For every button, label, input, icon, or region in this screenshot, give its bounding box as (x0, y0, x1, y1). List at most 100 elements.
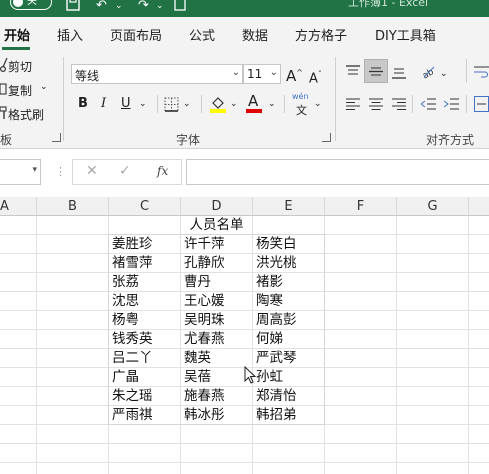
data-cell[interactable]: 吴蓓 (184, 368, 211, 387)
fill-color-icon[interactable] (210, 95, 226, 116)
data-cell[interactable]: 韩冰彤 (184, 406, 225, 425)
column-header-c[interactable]: C (109, 197, 181, 216)
font-color-button[interactable]: A (248, 93, 258, 109)
decrease-font-size-icon[interactable]: Aˇ (309, 67, 322, 87)
format-painter-icon[interactable] (0, 106, 8, 123)
quick-access-icon[interactable] (174, 0, 186, 17)
align-middle-button[interactable] (364, 59, 388, 83)
data-cell[interactable]: 褚雪萍 (112, 254, 153, 273)
data-cell[interactable]: 尤春燕 (184, 330, 225, 349)
formula-bar-grip-icon[interactable]: ⋮ (55, 165, 66, 178)
underline-button[interactable]: U (121, 96, 131, 112)
increase-indent-icon[interactable] (443, 98, 459, 113)
borders-icon[interactable] (164, 97, 179, 115)
font-name-value: 等线 (75, 69, 100, 83)
autosave-toggle[interactable]: 关 (10, 0, 52, 10)
phonetic-guide-char[interactable]: 文 (296, 102, 307, 118)
data-cell[interactable]: 张荔 (112, 273, 139, 292)
merge-center-icon[interactable] (474, 96, 489, 115)
decrease-indent-icon[interactable] (420, 98, 436, 113)
font-name-select[interactable]: 等线 ⌄ (71, 64, 243, 84)
italic-button[interactable]: I (101, 96, 106, 112)
data-cell[interactable]: 周高彭 (256, 311, 297, 330)
data-cell[interactable]: 杨笑白 (256, 235, 297, 254)
data-cell[interactable]: 严雨祺 (112, 406, 153, 425)
cancel-icon[interactable]: ✕ (86, 163, 98, 179)
orientation-icon[interactable]: ab (420, 63, 436, 82)
font-color-dropdown-icon[interactable]: ⌄ (268, 96, 276, 112)
data-cell[interactable]: 孔静欣 (184, 254, 225, 273)
borders-dropdown-icon[interactable]: ⌄ (183, 96, 191, 112)
copy-dropdown-icon[interactable]: ⌄ (40, 82, 48, 92)
underline-dropdown-icon[interactable]: ⌄ (139, 96, 147, 112)
align-left-icon[interactable] (346, 98, 360, 113)
insert-function-icon[interactable]: fx (157, 164, 168, 178)
column-header-d[interactable]: D (181, 197, 253, 216)
column-header-next[interactable] (469, 197, 489, 216)
column-header-b[interactable]: B (37, 197, 109, 216)
fill-color-dropdown-icon[interactable]: ⌄ (230, 96, 238, 112)
active-tab-indicator (2, 47, 30, 50)
cut-icon[interactable] (0, 57, 8, 75)
data-cell[interactable]: 沈思 (112, 292, 139, 311)
undo-dropdown-icon[interactable]: ⌄ (115, 0, 123, 14)
enter-icon[interactable]: ✓ (119, 163, 131, 179)
tab-home[interactable]: 开始 (4, 25, 30, 44)
font-size-select[interactable]: 11 ⌄ (243, 64, 281, 84)
undo-icon[interactable]: ↶ (96, 0, 107, 14)
formula-input[interactable] (186, 159, 489, 185)
tab-page-layout[interactable]: 页面布局 (110, 25, 162, 44)
data-cell[interactable]: 褚影 (256, 273, 283, 292)
redo-icon[interactable]: ↷ (138, 0, 149, 14)
align-bottom-icon[interactable] (392, 66, 406, 82)
bold-button[interactable]: B (78, 96, 88, 112)
align-center-icon[interactable] (369, 98, 383, 113)
orientation-dropdown-icon[interactable]: ⌄ (440, 66, 448, 82)
align-right-icon[interactable] (392, 98, 406, 113)
redo-dropdown-icon[interactable]: ⌄ (156, 0, 164, 14)
sheet-title-cell[interactable]: 人员名单 (109, 216, 324, 235)
data-cell[interactable]: 魏英 (184, 349, 211, 368)
tab-insert[interactable]: 插入 (57, 25, 83, 44)
data-cell[interactable]: 陶寒 (256, 292, 283, 311)
tab-fangfang-grid[interactable]: 方方格子 (295, 25, 347, 44)
name-box[interactable]: ▾ (0, 159, 41, 185)
data-cell[interactable]: 杨粤 (112, 311, 139, 330)
tab-diy-toolbox[interactable]: DIY工具箱 (375, 25, 436, 44)
copy-icon[interactable] (0, 82, 8, 99)
data-cell[interactable]: 施春燕 (184, 387, 225, 406)
phonetic-dropdown-icon[interactable]: ⌄ (314, 96, 322, 112)
data-cell[interactable]: 钱秀英 (112, 330, 153, 349)
data-cell[interactable]: 吕二丫 (112, 349, 153, 368)
increase-font-size-icon[interactable]: A^ (286, 65, 303, 84)
tab-data[interactable]: 数据 (242, 25, 268, 44)
group-divider (466, 59, 467, 83)
data-cell[interactable]: 姜胜珍 (112, 235, 153, 254)
data-cell[interactable]: 曹丹 (184, 273, 211, 292)
font-launcher-icon[interactable] (322, 133, 331, 142)
data-cell[interactable]: 何娣 (256, 330, 283, 349)
column-header-e[interactable]: E (253, 197, 325, 216)
wrap-text-icon[interactable] (474, 65, 489, 82)
data-cell[interactable]: 韩招弟 (256, 406, 297, 425)
clipboard-launcher-icon[interactable] (52, 133, 61, 142)
data-cell[interactable]: 严武琴 (256, 349, 297, 368)
data-cell[interactable]: 洪光桃 (256, 254, 297, 273)
data-cell[interactable]: 吴明珠 (184, 311, 225, 330)
align-top-icon[interactable] (346, 65, 360, 81)
save-icon[interactable] (66, 0, 80, 17)
data-cell[interactable]: 许千萍 (184, 235, 225, 254)
data-cell[interactable]: 朱之瑶 (112, 387, 153, 406)
cut-button[interactable]: 剪切 (8, 58, 32, 75)
data-cell[interactable]: 郑清怡 (256, 387, 297, 406)
data-cell[interactable]: 广晶 (112, 368, 139, 387)
column-header-g[interactable]: G (397, 197, 469, 216)
format-painter-button[interactable]: 格式刷 (8, 106, 44, 123)
column-header-f[interactable]: F (325, 197, 397, 216)
phonetic-guide-pinyin[interactable]: wén (292, 92, 309, 101)
data-cell[interactable]: 王心媛 (184, 292, 225, 311)
tab-formulas[interactable]: 公式 (189, 25, 215, 44)
data-cell[interactable]: 孙虹 (256, 368, 283, 387)
column-header-a[interactable]: A (0, 197, 37, 216)
copy-button[interactable]: 复制 (8, 82, 32, 99)
